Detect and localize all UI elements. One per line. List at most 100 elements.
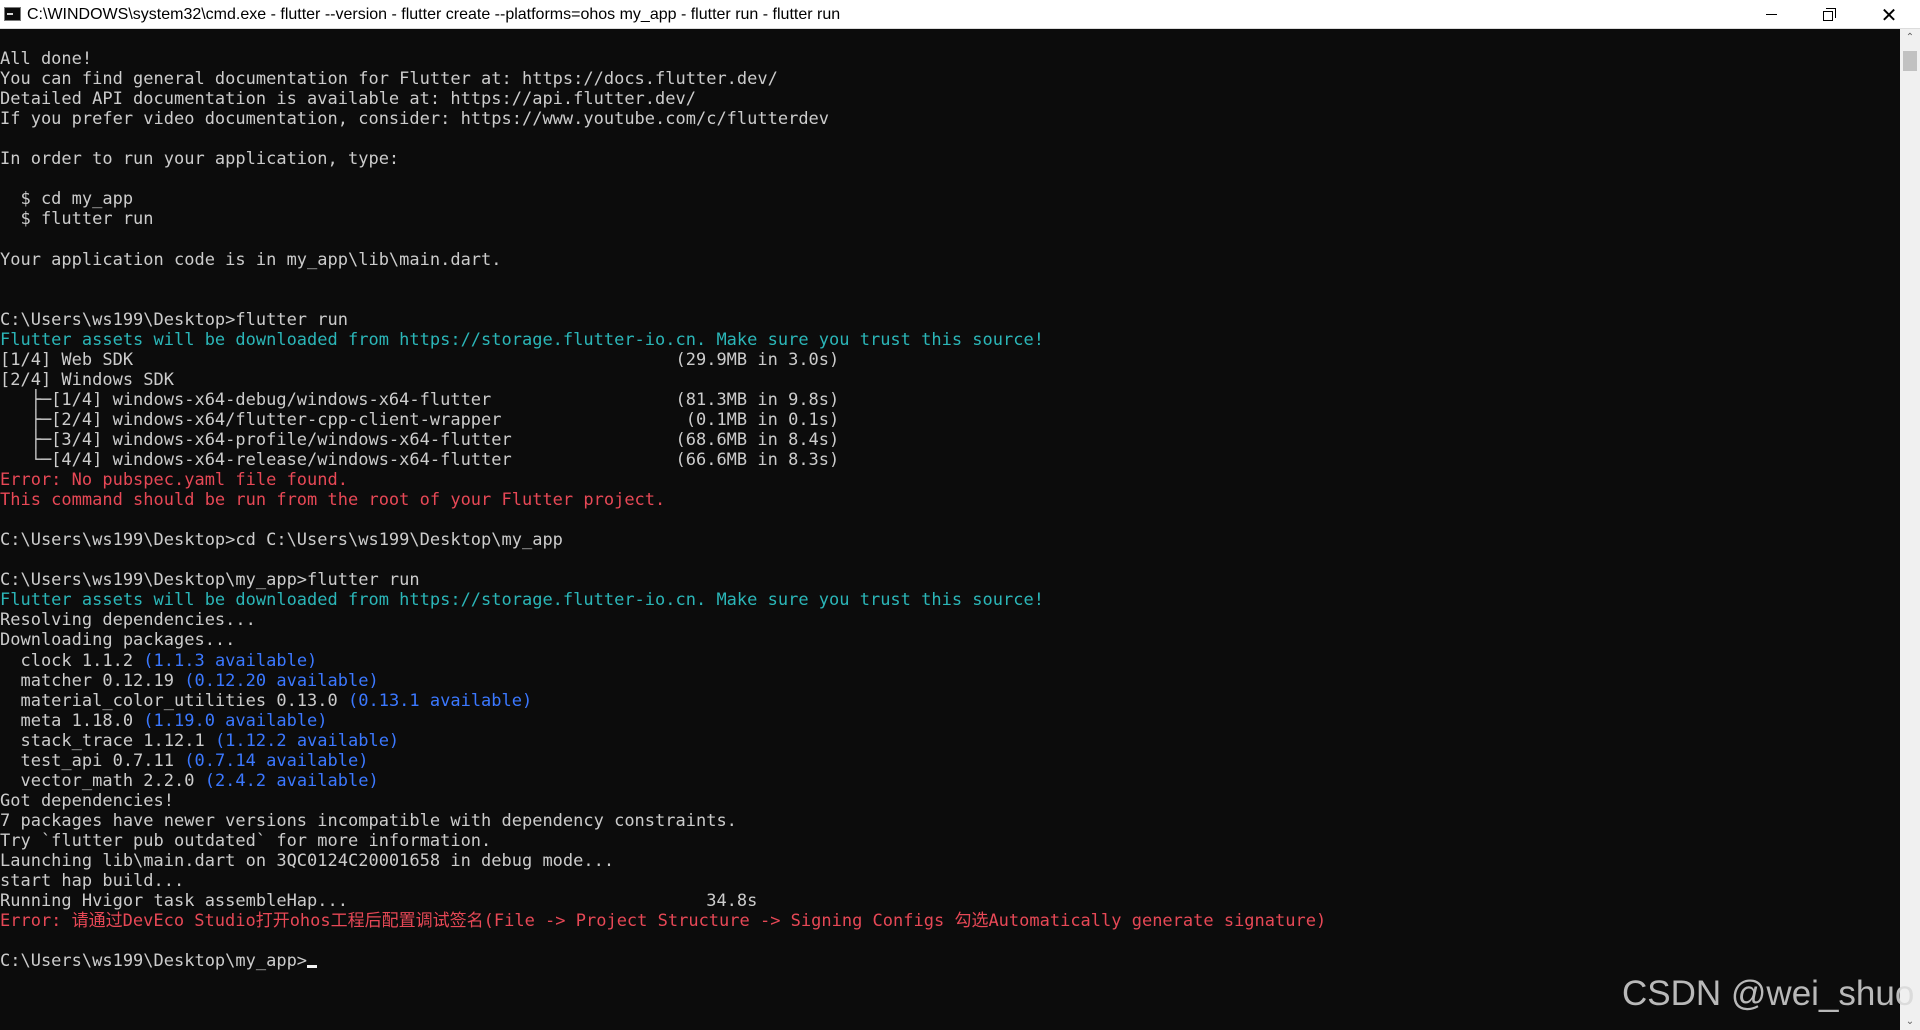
vertical-scrollbar[interactable]: ⌃ ⌄ <box>1900 29 1920 1030</box>
console-text: ├─[3/4] windows-x64-profile/windows-x64-… <box>0 429 840 450</box>
console-text: Flutter assets will be downloaded from h… <box>0 329 1044 350</box>
console-line: Launching lib\main.dart on 3QC0124C20001… <box>0 851 614 871</box>
console-line: Flutter assets will be downloaded from h… <box>0 330 1044 350</box>
console-line: Resolving dependencies... <box>0 610 256 630</box>
console-line: In order to run your application, type: <box>0 149 399 169</box>
title-bar[interactable]: C:\WINDOWS\system32\cmd.exe - flutter --… <box>0 0 1920 29</box>
console-text: └─[4/4] windows-x64-release/windows-x64-… <box>0 450 840 470</box>
package-version: matcher 0.12.19 <box>0 670 185 691</box>
available-version: (0.7.14 available) <box>184 750 369 771</box>
package-version: material_color_utilities 0.13.0 <box>0 690 348 711</box>
restore-icon <box>1823 7 1836 21</box>
console-line: All done! <box>0 49 92 69</box>
package-version: meta 1.18.0 <box>0 710 144 731</box>
console-line: material_color_utilities 0.13.0 (0.13.1 … <box>0 691 532 711</box>
console-line: C:\Users\ws199\Desktop>cd C:\Users\ws199… <box>0 530 563 550</box>
available-version: (0.13.1 available) <box>348 690 533 711</box>
console-line: Error: 请通过DevEco Studio打开ohos工程后配置调试签名(F… <box>0 911 1326 931</box>
console-text: All done! <box>0 49 93 69</box>
package-version: vector_math 2.2.0 <box>0 770 205 791</box>
package-version: clock 1.1.2 <box>0 650 144 671</box>
console-text: If you prefer video documentation, consi… <box>0 109 830 130</box>
chevron-down-icon: ⌄ <box>1905 1016 1915 1027</box>
console-text: Flutter assets will be downloaded from h… <box>0 590 1044 611</box>
console-text: Launching lib\main.dart on 3QC0124C20001… <box>0 851 615 871</box>
available-version: (1.12.2 available) <box>214 730 400 751</box>
close-icon: ✕ <box>1880 2 1898 27</box>
console-line: 7 packages have newer versions incompati… <box>0 811 737 831</box>
console-line: Your application code is in my_app\lib\m… <box>0 250 502 270</box>
scroll-down-button[interactable]: ⌄ <box>1900 1013 1920 1030</box>
console-line: test_api 0.7.11 (0.7.14 available) <box>0 751 368 771</box>
console-text: C:\Users\ws199\Desktop>cd C:\Users\ws199… <box>0 530 563 551</box>
scroll-up-button[interactable]: ⌃ <box>1900 29 1920 46</box>
text-cursor <box>307 965 318 969</box>
console-text: ├─[1/4] windows-x64-debug/windows-x64-fl… <box>0 389 840 410</box>
console-line: C:\Users\ws199\Desktop\my_app>flutter ru… <box>0 570 420 590</box>
console-line: ├─[2/4] windows-x64/flutter-cpp-client-w… <box>0 409 840 430</box>
console-text: Resolving dependencies... <box>0 610 256 631</box>
minimize-button[interactable] <box>1742 0 1800 29</box>
watermark: CSDN @wei_shuo <box>1622 974 1915 1013</box>
console-line: start hap build... <box>0 871 184 891</box>
console-line: $ flutter run <box>0 209 154 230</box>
console-text: C:\Users\ws199\Desktop\my_app> <box>0 951 308 972</box>
package-version: stack_trace 1.12.1 <box>0 730 215 751</box>
console-text: ├─[2/4] windows-x64/flutter-cpp-client-w… <box>0 409 840 430</box>
console-text: start hap build... <box>0 871 185 892</box>
console-line: Got dependencies! <box>0 791 174 811</box>
available-version: (1.19.0 available) <box>143 710 328 731</box>
console-line: Running Hvigor task assembleHap... 34.8s <box>0 891 757 911</box>
minimize-icon <box>1765 14 1777 15</box>
console-line: clock 1.1.2 (1.1.3 available) <box>0 651 317 671</box>
package-version: test_api 0.7.11 <box>0 750 185 771</box>
console-line: ├─[3/4] windows-x64-profile/windows-x64-… <box>0 429 840 450</box>
console-line: meta 1.18.0 (1.19.0 available) <box>0 710 328 731</box>
console-line: [1/4] Web SDK (29.9MB in 3.0s) <box>0 350 839 370</box>
console-line: [2/4] Windows SDK <box>0 370 174 390</box>
console-text: In order to run your application, type: <box>0 149 400 170</box>
console-text: Your application code is in my_app\lib\m… <box>0 249 502 270</box>
console-line: Try `flutter pub outdated` for more info… <box>0 831 491 851</box>
console-line: You can find general documentation for F… <box>0 69 778 89</box>
available-version: (0.12.20 available) <box>184 670 379 691</box>
console-line: Detailed API documentation is available … <box>0 89 696 109</box>
console-text: $ flutter run <box>0 209 154 230</box>
console-text: [2/4] Windows SDK <box>0 369 174 390</box>
scroll-thumb[interactable] <box>1903 51 1917 71</box>
console-line: If you prefer video documentation, consi… <box>0 109 829 129</box>
console-line: └─[4/4] windows-x64-release/windows-x64-… <box>0 450 840 470</box>
window-title: C:\WINDOWS\system32\cmd.exe - flutter --… <box>27 6 841 23</box>
console-text: C:\Users\ws199\Desktop\my_app>flutter ru… <box>0 570 420 591</box>
console-text: $ cd my_app <box>0 189 134 210</box>
restore-button[interactable] <box>1800 0 1858 29</box>
console-text: Downloading packages... <box>0 630 236 651</box>
console-text: Detailed API documentation is available … <box>0 89 696 110</box>
console-text: You can find general documentation for F… <box>0 69 778 90</box>
console-line: Error: No pubspec.yaml file found. <box>0 470 348 490</box>
console-text: Error: No pubspec.yaml file found. <box>0 470 348 491</box>
console-line: vector_math 2.2.0 (2.4.2 available) <box>0 770 379 791</box>
available-version: (1.1.3 available) <box>143 650 318 671</box>
console-text: Running Hvigor task assembleHap... 34.8s <box>0 891 758 912</box>
console-text: This command should be run from the root… <box>0 490 666 511</box>
console-text: Try `flutter pub outdated` for more info… <box>0 830 492 851</box>
console-line: C:\Users\ws199\Desktop>flutter run <box>0 310 348 330</box>
console-line: $ cd my_app <box>0 189 133 209</box>
console-line: stack_trace 1.12.1 (1.12.2 available) <box>0 731 399 751</box>
console-text: 7 packages have newer versions incompati… <box>0 810 737 831</box>
console-text: Got dependencies! <box>0 790 174 811</box>
console-line: This command should be run from the root… <box>0 490 665 510</box>
available-version: (2.4.2 available) <box>204 770 379 791</box>
console-line: matcher 0.12.19 (0.12.20 available) <box>0 670 379 691</box>
console-text: Error: 请通过DevEco Studio打开ohos工程后配置调试签名(F… <box>0 911 1327 932</box>
cmd-icon <box>4 7 21 21</box>
chevron-up-icon: ⌃ <box>1905 32 1915 43</box>
console-line: C:\Users\ws199\Desktop\my_app> <box>0 951 318 972</box>
console-line: ├─[1/4] windows-x64-debug/windows-x64-fl… <box>0 389 840 410</box>
console-output[interactable]: All done! You can find general documentat… <box>0 29 1900 1030</box>
console-line: Downloading packages... <box>0 630 235 650</box>
console-text: C:\Users\ws199\Desktop>flutter run <box>0 309 348 330</box>
close-button[interactable]: ✕ <box>1858 0 1920 29</box>
console-text: [1/4] Web SDK (29.9MB in 3.0s) <box>0 349 840 370</box>
